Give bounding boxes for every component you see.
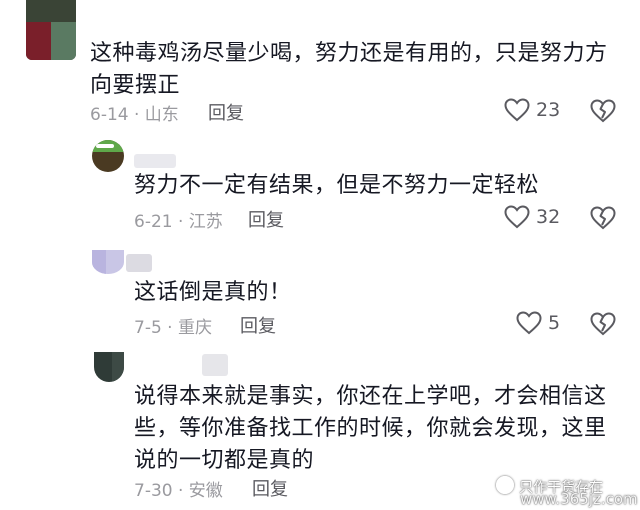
like-count: 5 [548, 312, 561, 334]
watermark-url: www.365jz.com [520, 490, 638, 508]
dislike-button[interactable] [590, 206, 616, 234]
broken-heart-icon [590, 312, 616, 336]
comment-text: 努力不一定有结果，但是不努力一定轻松 [134, 173, 540, 198]
username-redacted [134, 154, 176, 168]
reply-button[interactable]: 回复 [252, 475, 288, 501]
like-count: 32 [536, 206, 561, 228]
reply-button[interactable]: 回复 [240, 312, 276, 338]
comment-date-location: 6-14 · 山东 [90, 105, 179, 125]
heart-icon [516, 311, 542, 335]
broken-heart-icon [590, 99, 616, 123]
like-button[interactable]: 23 [504, 98, 560, 122]
watermark-logo-icon [496, 476, 514, 494]
comment-date-location: 7-30 · 安徽 [134, 481, 223, 501]
reply-button[interactable]: 回复 [248, 206, 284, 232]
heart-icon [504, 205, 530, 229]
heart-icon [504, 98, 530, 122]
like-button[interactable]: 5 [516, 311, 560, 335]
broken-heart-icon [590, 206, 616, 230]
like-count: 23 [536, 99, 561, 121]
dislike-button[interactable] [590, 312, 616, 340]
avatar[interactable] [92, 140, 124, 172]
comment-text: 这种毒鸡汤尽量少喝，努力还是有用的，只是努力方向要摆正 [90, 41, 608, 98]
avatar[interactable] [26, 0, 76, 60]
comment-date-location: 7-5 · 重庆 [134, 318, 212, 338]
avatar[interactable] [94, 352, 124, 382]
username-redacted [202, 354, 228, 376]
reply-button[interactable]: 回复 [208, 99, 244, 125]
comment-text: 这话倒是真的！ [134, 280, 292, 305]
dislike-button[interactable] [590, 99, 616, 127]
like-button[interactable]: 32 [504, 205, 560, 229]
comment-date-location: 6-21 · 江苏 [134, 212, 223, 232]
comment-text: 说得本来就是事实，你还在上学吧，才会相信这些，等你准备找工作的时候，你就会发现，… [134, 384, 607, 473]
username-redacted [126, 254, 152, 272]
avatar[interactable] [92, 250, 124, 274]
